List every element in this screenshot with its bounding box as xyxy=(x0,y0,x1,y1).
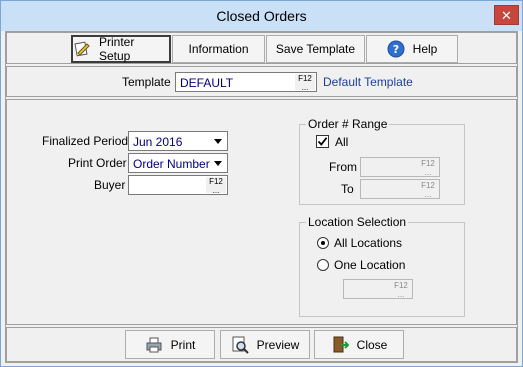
information-button[interactable]: Information xyxy=(172,35,265,63)
order-to-input[interactable]: F12... xyxy=(360,179,440,199)
chevron-down-icon[interactable] xyxy=(210,133,226,149)
from-label: From xyxy=(329,160,357,174)
window-close-button[interactable]: ✕ xyxy=(494,5,519,25)
location-input[interactable]: F12... xyxy=(343,279,413,299)
printer-setup-icon xyxy=(73,40,91,58)
bottom-bar: Print Preview Close xyxy=(6,327,517,362)
one-location-label: One Location xyxy=(334,258,406,272)
order-from-lookup-key: F12 xyxy=(421,159,435,168)
location-lookup-key: F12 xyxy=(394,281,408,290)
exit-door-icon xyxy=(331,336,350,354)
order-range-group: Order # Range All From F12... To F12... xyxy=(299,117,465,205)
template-description: Default Template xyxy=(323,75,413,89)
buyer-lookup-key: F12 xyxy=(209,177,223,186)
preview-button[interactable]: Preview xyxy=(220,330,310,359)
order-to-lookup-key: F12 xyxy=(421,181,435,190)
location-selection-title: Location Selection xyxy=(306,215,409,229)
chevron-down-icon[interactable] xyxy=(210,155,226,171)
finalized-period-select[interactable]: Jun 2016 xyxy=(128,131,228,151)
order-range-title: Order # Range xyxy=(306,117,390,131)
printer-icon xyxy=(145,336,163,354)
information-label: Information xyxy=(188,42,249,56)
close-label: Close xyxy=(356,337,388,352)
order-from-input[interactable]: F12... xyxy=(360,157,440,177)
template-row: Template DEFAULT F12... Default Template xyxy=(6,66,517,97)
order-from-lookup-button[interactable]: F12... xyxy=(418,159,438,177)
to-label: To xyxy=(341,182,354,196)
print-order-label: Print Order xyxy=(68,156,127,170)
printer-setup-label: Printer Setup xyxy=(99,35,135,63)
print-order-select[interactable]: Order Number xyxy=(128,153,228,173)
toolbar: Printer Setup Information Save Template … xyxy=(6,32,517,64)
all-orders-label: All xyxy=(335,135,349,149)
template-lookup-button[interactable]: F12... xyxy=(295,74,315,92)
checkmark-icon xyxy=(317,137,328,146)
window-title: Closed Orders xyxy=(216,8,307,24)
title-bar: Closed Orders ✕ xyxy=(1,1,522,31)
one-location-radio[interactable] xyxy=(317,259,329,271)
print-label: Print xyxy=(170,337,196,352)
printer-setup-button[interactable]: Printer Setup xyxy=(71,35,171,63)
preview-label: Preview xyxy=(256,337,300,352)
print-button[interactable]: Print xyxy=(125,330,215,359)
save-template-button[interactable]: Save Template xyxy=(266,35,365,63)
print-order-value: Order Number xyxy=(133,157,210,171)
buyer-lookup-button[interactable]: F12... xyxy=(206,177,226,195)
preview-icon xyxy=(231,336,249,354)
finalized-period-label: Finalized Period xyxy=(42,134,129,148)
location-selection-group: Location Selection All Locations One Loc… xyxy=(299,215,465,317)
options-panel: Finalized Period Jun 2016 Print Order Or… xyxy=(6,99,517,325)
close-button[interactable]: Close xyxy=(314,330,404,359)
help-icon: ? xyxy=(387,40,405,58)
template-input[interactable]: DEFAULT F12... xyxy=(175,72,317,92)
buyer-input[interactable]: F12... xyxy=(128,175,228,195)
buyer-label: Buyer xyxy=(94,178,126,192)
all-locations-radio[interactable] xyxy=(317,237,329,249)
svg-text:?: ? xyxy=(392,43,398,56)
finalized-period-value: Jun 2016 xyxy=(133,135,183,149)
all-orders-checkbox[interactable] xyxy=(316,135,329,148)
help-label: Help xyxy=(412,42,438,56)
closed-orders-window: Closed Orders ✕ Printer Setup Informatio… xyxy=(0,0,523,367)
template-value: DEFAULT xyxy=(180,76,234,90)
dialog-body: Printer Setup Information Save Template … xyxy=(5,31,518,363)
help-button[interactable]: ? Help xyxy=(366,35,458,63)
order-to-lookup-button[interactable]: F12... xyxy=(418,181,438,199)
template-lookup-key: F12 xyxy=(298,74,312,83)
all-locations-label: All Locations xyxy=(334,236,403,250)
location-lookup-button[interactable]: F12... xyxy=(391,281,411,299)
save-template-label: Save Template xyxy=(275,42,356,56)
template-label: Template xyxy=(122,75,171,89)
